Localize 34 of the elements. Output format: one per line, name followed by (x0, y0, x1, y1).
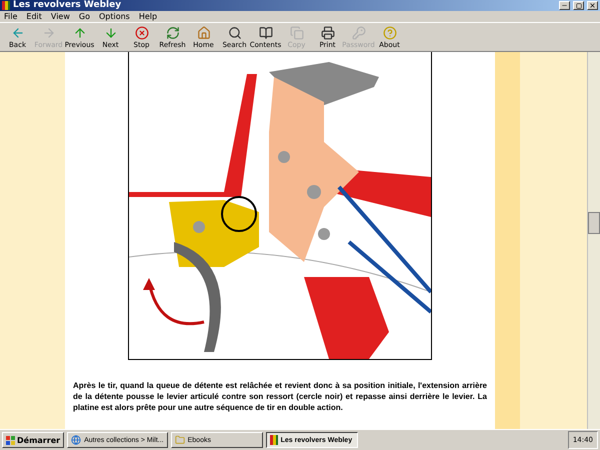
menu-item[interactable]: Go (78, 12, 90, 21)
globe-icon (71, 435, 82, 445)
window-title: Les revolvers Webley (13, 0, 122, 11)
close-icon (589, 2, 596, 9)
refresh-icon (166, 26, 180, 40)
app-icon (2, 1, 10, 10)
key-icon (352, 26, 366, 40)
menu-item[interactable]: Help (138, 12, 158, 21)
close-button[interactable] (587, 1, 598, 10)
copy-icon (290, 26, 304, 40)
scrollbar[interactable] (587, 52, 600, 429)
search-icon (228, 26, 242, 40)
menu-item[interactable]: View (50, 12, 70, 21)
stop-icon (134, 26, 148, 40)
app-icon (270, 435, 278, 445)
home-icon (196, 26, 210, 40)
restore-button[interactable] (573, 1, 584, 10)
menu-item[interactable]: Edit (26, 12, 42, 21)
down-arrow-icon (104, 26, 118, 40)
windows-logo-icon (6, 436, 15, 444)
start-button[interactable]: Démarrer (2, 432, 64, 448)
minimize-button[interactable] (559, 1, 570, 10)
restore-icon (576, 2, 582, 8)
scrollbar-thumb[interactable] (588, 212, 600, 234)
book-icon (258, 26, 272, 40)
minimize-icon (561, 2, 568, 9)
description-paragraph: Après le tir, quand la queue de détente est relâchée et revient donc à sa position initiale, l'extension arrière de la détente pousse le levier articulé contre son ressort (cercle noir) et repasse ainsi derrière le levier. La platine est alors prête pour une autre séquence de tir en double action. (73, 380, 487, 413)
up-arrow-icon (72, 26, 86, 40)
printer-icon (320, 26, 334, 40)
menu-item[interactable]: File (4, 12, 18, 21)
menu-item[interactable]: Options (98, 12, 130, 21)
folder-icon (174, 435, 185, 445)
forward-arrow-icon (42, 26, 56, 40)
help-icon (382, 26, 396, 40)
